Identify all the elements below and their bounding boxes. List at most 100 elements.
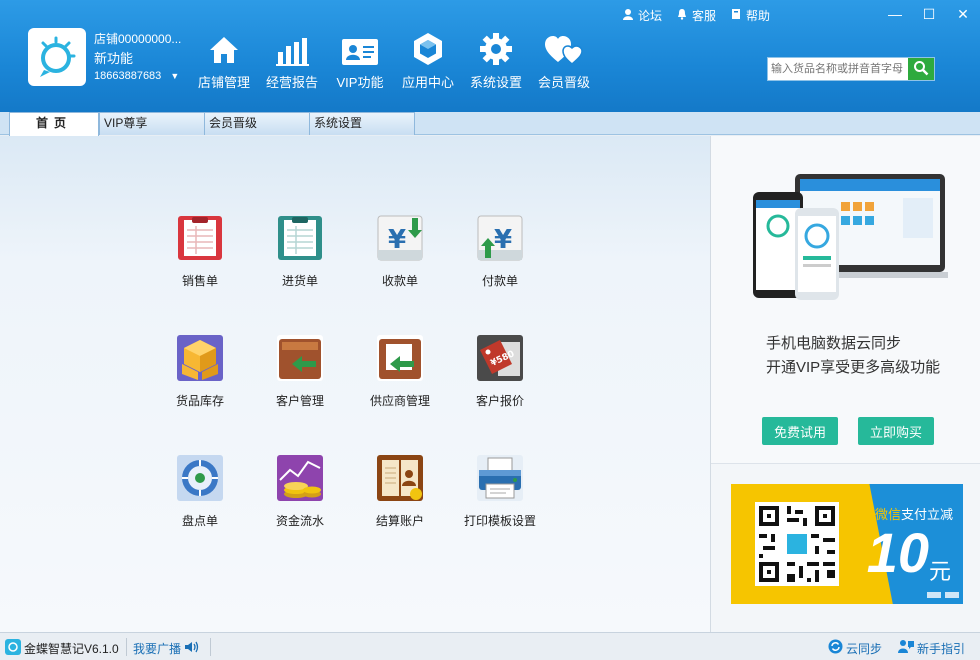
tile-customer-management[interactable]: 客户管理 [250, 334, 350, 409]
svg-text:¥: ¥ [494, 225, 512, 255]
customer-folder-icon [276, 334, 324, 382]
currency-unit: 元 [928, 559, 951, 584]
free-trial-button[interactable]: 免费试用 [762, 417, 838, 445]
tile-cash-flow[interactable]: 资金流水 [250, 454, 350, 529]
tile-label: 客户报价 [475, 394, 524, 408]
help-link[interactable]: 帮助 [730, 7, 770, 24]
wechat-pay-banner[interactable]: 微信支付立减 10 元 [731, 484, 963, 604]
guide-label: 新手指引 [917, 641, 966, 656]
carousel-dot[interactable] [927, 592, 941, 598]
window-controls: — ☐ ✕ [878, 0, 980, 28]
tab-home[interactable]: 首页 [9, 112, 99, 136]
tile-inventory[interactable]: 货品库存 [150, 334, 250, 409]
tile-label: 盘点单 [181, 514, 218, 528]
account-dropdown[interactable]: 18663887683 ▼ [94, 70, 179, 82]
tab-bar: 首页 VIP尊享 会员晋级 系统设置 [0, 112, 980, 136]
support-link-label: 客服 [691, 9, 716, 23]
search-button[interactable] [908, 58, 934, 80]
forum-link[interactable]: 论坛 [622, 7, 662, 24]
tile-label: 货品库存 [175, 394, 224, 408]
nav-app-center[interactable]: 应用中心 [394, 30, 462, 91]
broadcast-label: 我要广播 [133, 642, 182, 656]
house-icon [190, 30, 258, 66]
help-link-label: 帮助 [745, 9, 770, 23]
hearts-icon [530, 30, 598, 66]
nav-system-settings[interactable]: 系统设置 [462, 30, 530, 91]
nav-member-upgrade[interactable]: 会员晋级 [530, 30, 598, 91]
coins-chart-icon [276, 454, 324, 502]
tile-customer-quote[interactable]: ¥580 客户报价 [450, 334, 550, 409]
new-feature-label[interactable]: 新功能 [94, 48, 133, 67]
nav-label: 经营报告 [265, 75, 318, 90]
phone-number: 18663887683 [94, 70, 162, 82]
speaker-icon [184, 641, 200, 656]
account-book-icon [376, 454, 424, 502]
nav-label: 会员晋级 [537, 75, 590, 90]
main-nav: 店铺管理 经营报告 VIP功能 应用中心 系统设置 会员晋级 [190, 30, 598, 91]
carousel-dot[interactable] [945, 592, 959, 598]
shop-name[interactable]: 店铺00000000... [94, 30, 181, 47]
broadcast-link[interactable]: 我要广播 [133, 640, 200, 657]
tab-system-settings[interactable]: 系统设置 [309, 112, 415, 135]
promo-line-2: 开通VIP享受更多高级功能 [766, 359, 941, 376]
search-input[interactable] [768, 58, 908, 80]
app-logo [28, 28, 86, 86]
payment-icon: ¥ [476, 214, 524, 262]
buy-now-button[interactable]: 立即购买 [858, 417, 934, 445]
beginner-guide-button[interactable]: 新手指引 [898, 639, 965, 657]
hexagon-app-icon [394, 30, 462, 66]
discount-amount: 10 [866, 521, 929, 584]
support-link[interactable]: 客服 [676, 7, 716, 24]
nav-label: 系统设置 [469, 75, 522, 90]
tile-stocktake[interactable]: 盘点单 [150, 454, 250, 529]
receipt-icon: ¥ [376, 214, 424, 262]
divider [210, 638, 211, 656]
nav-vip-features[interactable]: VIP功能 [326, 30, 394, 91]
tab-vip[interactable]: VIP尊享 [99, 112, 205, 135]
inventory-boxes-icon [176, 334, 224, 382]
bar-chart-icon [258, 30, 326, 66]
nav-label: 店铺管理 [197, 75, 250, 90]
tile-label: 结算账户 [375, 514, 424, 528]
sync-icon [828, 639, 843, 657]
forum-link-label: 论坛 [637, 9, 662, 23]
tile-label: 供应商管理 [369, 394, 430, 408]
nav-label: 应用中心 [401, 75, 454, 90]
tile-payment[interactable]: ¥ 付款单 [450, 214, 550, 289]
title-bar: 店铺00000000... 新功能 18663887683 ▼ 论坛 客服 帮助… [0, 0, 980, 112]
stocktake-icon [176, 454, 224, 502]
top-links: 论坛 客服 帮助 [622, 7, 770, 24]
nav-store-management[interactable]: 店铺管理 [190, 30, 258, 91]
tile-label: 收款单 [381, 274, 418, 288]
tile-receipt[interactable]: ¥ 收款单 [350, 214, 450, 289]
sync-label: 云同步 [846, 641, 883, 656]
tile-print-template[interactable]: 打印模板设置 [450, 454, 550, 529]
tile-settlement-account[interactable]: 结算账户 [350, 454, 450, 529]
divider [126, 638, 127, 656]
devices-illustration [753, 172, 955, 307]
tile-sales-order[interactable]: 销售单 [150, 214, 250, 289]
tab-member-upgrade[interactable]: 会员晋级 [204, 112, 310, 135]
maximize-button[interactable]: ☐ [912, 0, 946, 28]
tile-label: 进货单 [281, 274, 318, 288]
bell-icon [676, 8, 688, 23]
svg-text:¥: ¥ [388, 225, 406, 255]
cloud-sync-button[interactable]: 云同步 [828, 639, 882, 657]
guide-icon [898, 639, 914, 657]
book-icon [730, 8, 742, 23]
app-small-logo-icon [5, 639, 21, 658]
status-bar: 金蝶智慧记V6.1.0 我要广播 云同步 新手指引 [0, 632, 980, 660]
promo-line-1: 手机电脑数据云同步 [766, 335, 902, 352]
nav-business-report[interactable]: 经营报告 [258, 30, 326, 91]
nav-label: VIP功能 [336, 75, 384, 90]
sales-order-icon [176, 214, 224, 262]
tile-supplier-management[interactable]: 供应商管理 [350, 334, 450, 409]
search-icon [913, 60, 929, 79]
purchase-order-icon [276, 214, 324, 262]
tile-purchase-order[interactable]: 进货单 [250, 214, 350, 289]
tile-label: 付款单 [481, 274, 518, 288]
minimize-button[interactable]: — [878, 0, 912, 28]
home-panel: 销售单 进货单 ¥ 收款单 ¥ 付款单 货品库存 客户管理 供应商管理 ¥580… [0, 136, 710, 632]
tile-label: 资金流水 [275, 514, 324, 528]
close-button[interactable]: ✕ [946, 0, 980, 28]
